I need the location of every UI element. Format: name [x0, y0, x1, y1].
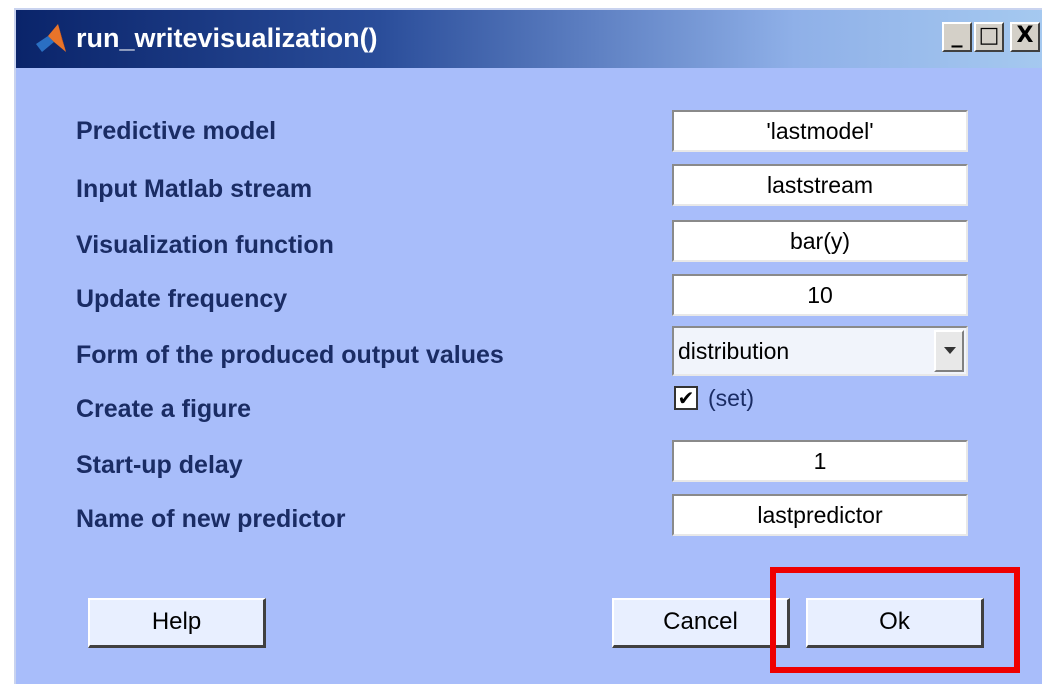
ok-button[interactable]: Ok: [806, 598, 984, 648]
create-figure-checkbox[interactable]: ✔: [674, 386, 698, 410]
label-visualization-function: Visualization function: [76, 231, 334, 259]
predictive-model-input[interactable]: 'lastmodel': [672, 110, 968, 152]
maximize-button[interactable]: □: [974, 22, 1004, 52]
label-update-frequency: Update frequency: [76, 285, 288, 313]
label-predictive-model: Predictive model: [76, 117, 277, 145]
label-output-form: Form of the produced output values: [76, 341, 504, 369]
label-create-figure: Create a figure: [76, 395, 252, 423]
create-figure-state: (set): [708, 385, 754, 411]
window-title: run_writevisualization(): [76, 23, 378, 53]
matlab-icon: [36, 24, 66, 52]
minimize-button[interactable]: _: [942, 22, 972, 52]
new-predictor-name-input[interactable]: lastpredictor: [672, 494, 968, 536]
update-frequency-input[interactable]: 10: [672, 274, 968, 316]
close-button[interactable]: X: [1010, 22, 1040, 52]
label-new-predictor-name: Name of new predictor: [76, 505, 346, 533]
label-input-stream: Input Matlab stream: [76, 175, 313, 203]
help-button[interactable]: Help: [88, 598, 266, 648]
input-stream-input[interactable]: laststream: [672, 164, 968, 206]
label-startup-delay: Start-up delay: [76, 451, 243, 479]
startup-delay-input[interactable]: 1: [672, 440, 968, 482]
visualization-function-input[interactable]: bar(y): [672, 220, 968, 262]
title-bar[interactable]: run_writevisualization() _ □ X: [16, 10, 1042, 68]
cancel-button[interactable]: Cancel: [612, 598, 790, 648]
output-form-selected: distribution: [678, 338, 790, 364]
output-form-dropdown[interactable]: distribution: [672, 326, 968, 376]
chevron-down-icon[interactable]: [934, 330, 964, 372]
